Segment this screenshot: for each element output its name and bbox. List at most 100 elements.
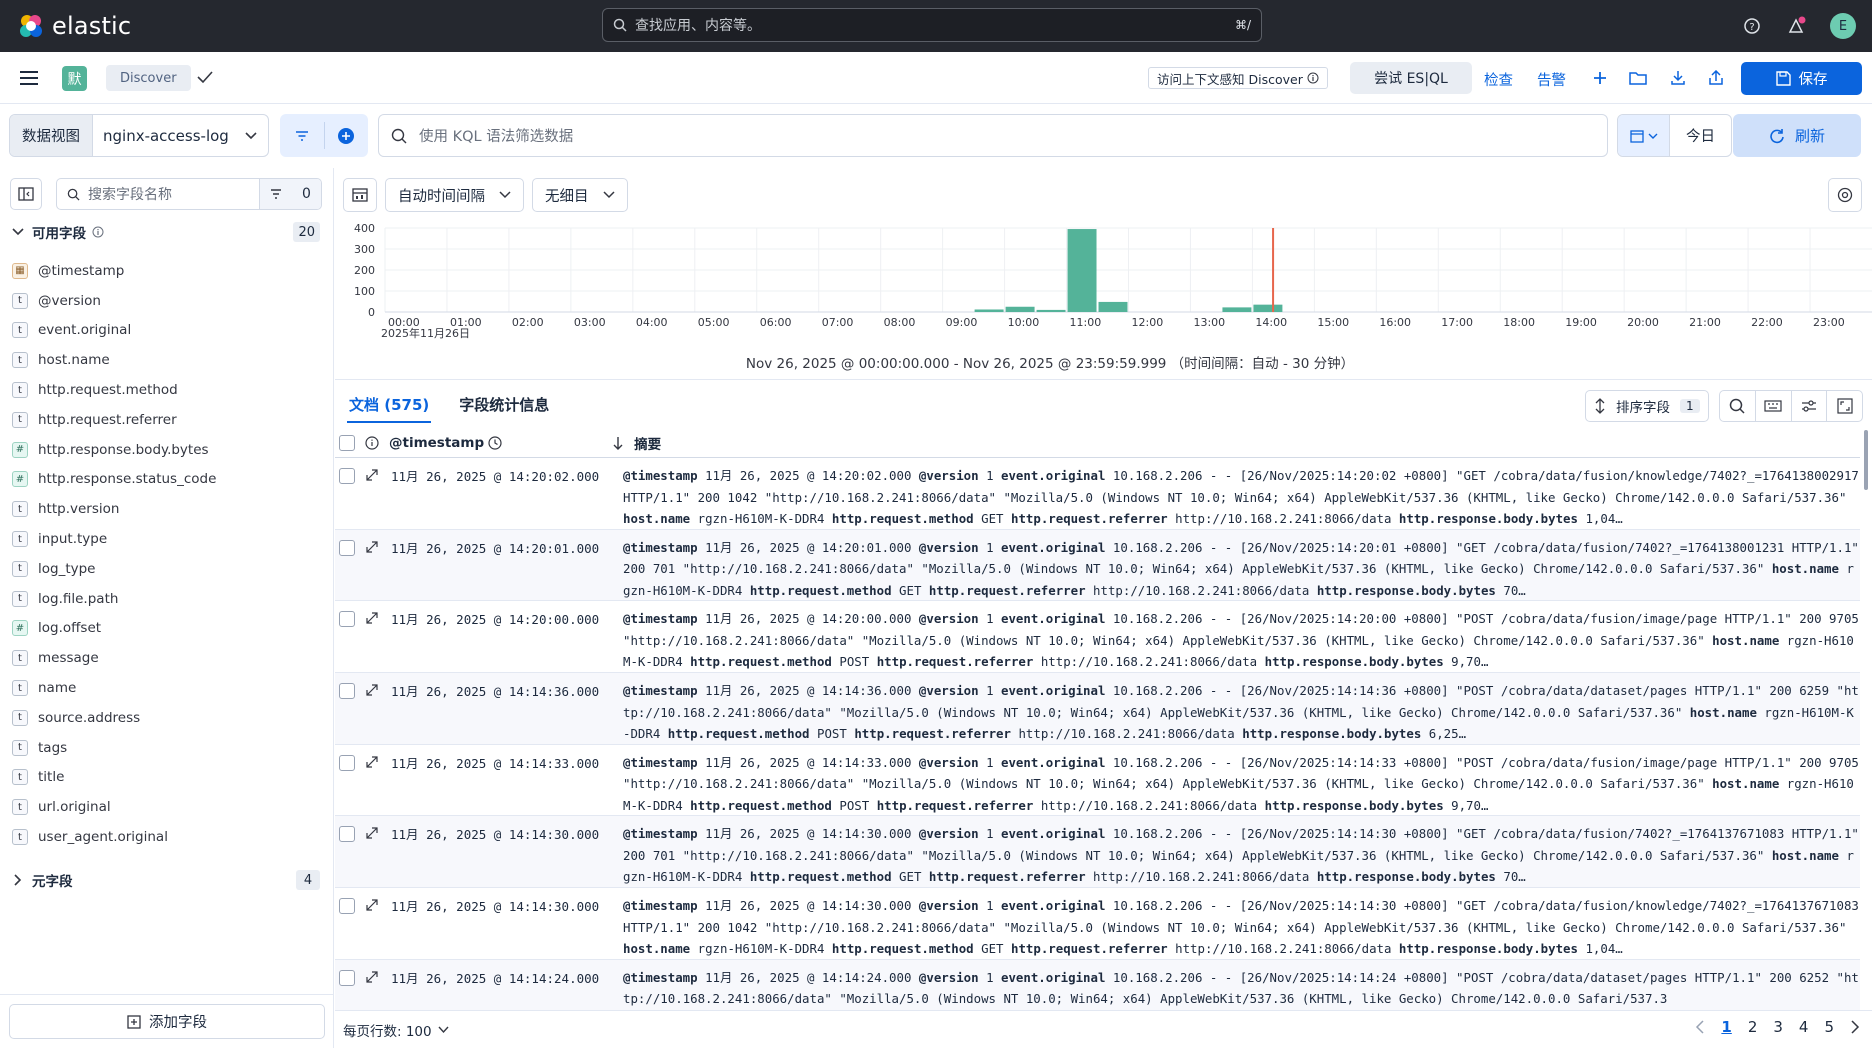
field-item[interactable]: t event.original (12, 316, 322, 346)
field-item[interactable]: t tags (12, 733, 322, 763)
sort-fields-button[interactable]: 排序字段 1 (1585, 390, 1709, 422)
field-item[interactable]: # http.response.body.bytes (12, 435, 322, 465)
table-row[interactable]: 11月 26, 2025 @ 14:14:33.000 @timestamp 11… (335, 745, 1860, 817)
data-view-selector[interactable]: nginx-access-log (93, 115, 268, 156)
page-3-button[interactable]: 3 (1773, 1018, 1783, 1036)
share-icon[interactable] (1706, 68, 1726, 88)
field-item[interactable]: t url.original (12, 792, 322, 822)
date-range-text[interactable]: 今日 (1670, 115, 1731, 156)
row-checkbox[interactable] (339, 826, 355, 843)
field-item[interactable]: # http.response.status_code (12, 465, 322, 495)
field-type-filter[interactable]: 0 (259, 179, 321, 209)
filter-menu-icon[interactable] (280, 114, 324, 157)
histogram-bar[interactable] (1098, 301, 1128, 312)
field-item[interactable]: # log.offset (12, 614, 322, 644)
global-search-input[interactable]: 查找应用、内容等。 ⌘/ (602, 8, 1262, 42)
field-item[interactable]: t http.version (12, 494, 322, 524)
display-settings-icon[interactable] (1792, 391, 1828, 421)
page-4-button[interactable]: 4 (1799, 1018, 1809, 1036)
keyboard-shortcuts-icon[interactable] (1756, 391, 1792, 421)
table-row[interactable]: 11月 26, 2025 @ 14:14:30.000 @timestamp 11… (335, 888, 1860, 960)
histogram-chart[interactable]: 010020030040000:00 01:00 02:00 03:00 04:00 05… (335, 220, 1872, 340)
row-checkbox[interactable] (339, 969, 355, 986)
toggle-chart-icon[interactable] (343, 178, 377, 212)
row-checkbox[interactable] (339, 539, 355, 556)
available-fields-header[interactable]: 可用字段 20 (12, 220, 320, 244)
histogram-bar[interactable] (1253, 304, 1283, 312)
sort-descending-icon[interactable] (612, 436, 624, 450)
alerts-button[interactable]: 告警 (1537, 69, 1566, 90)
chevron-left-icon[interactable] (1695, 1020, 1705, 1034)
page-2-button[interactable]: 2 (1748, 1018, 1758, 1036)
new-search-icon[interactable] (1590, 68, 1610, 88)
histogram-bar[interactable] (1036, 309, 1066, 312)
expand-row-icon[interactable] (365, 611, 379, 625)
row-checkbox[interactable] (339, 611, 355, 628)
page-1-button[interactable]: 1 (1721, 1018, 1731, 1036)
field-item[interactable]: t http.request.referrer (12, 405, 322, 435)
column-header-timestamp[interactable]: @timestamp (389, 435, 484, 451)
expand-row-icon[interactable] (365, 898, 379, 912)
space-selector[interactable]: 默 (62, 66, 87, 91)
chart-settings-icon[interactable] (1828, 178, 1862, 212)
table-row[interactable]: 11月 26, 2025 @ 14:14:24.000 @timestamp 11… (335, 959, 1860, 1010)
table-row[interactable]: 11月 26, 2025 @ 14:20:02.000 @timestamp 11… (335, 458, 1860, 530)
field-item[interactable]: t http.request.method (12, 375, 322, 405)
field-item[interactable]: ▦ @timestamp (12, 256, 322, 286)
chevron-right-icon[interactable] (1850, 1020, 1860, 1034)
add-filter-icon[interactable] (325, 114, 369, 157)
help-icon[interactable]: ? (1740, 14, 1764, 38)
field-item[interactable]: t title (12, 763, 322, 793)
field-item[interactable]: t message (12, 643, 322, 673)
field-item[interactable]: t log.file.path (12, 584, 322, 614)
elastic-logo[interactable]: elastic (18, 12, 131, 40)
select-all-checkbox[interactable] (339, 434, 355, 451)
meta-fields-header[interactable]: 元字段 4 (12, 868, 320, 892)
field-item[interactable]: t log_type (12, 554, 322, 584)
table-row[interactable]: 11月 26, 2025 @ 14:14:30.000 @timestamp 11… (335, 816, 1860, 889)
info-icon[interactable] (365, 435, 379, 450)
quick-date-menu[interactable] (1618, 115, 1670, 156)
page-5-button[interactable]: 5 (1824, 1018, 1834, 1036)
grid-search-icon[interactable] (1720, 391, 1756, 421)
refresh-button[interactable]: 刷新 (1733, 114, 1861, 157)
field-item[interactable]: t @version (12, 286, 322, 316)
histogram-bar[interactable] (974, 309, 1004, 312)
expand-row-icon[interactable] (365, 540, 379, 554)
download-icon[interactable] (1668, 68, 1688, 88)
grid-scrollbar[interactable] (1864, 430, 1868, 490)
tab-field-statistics[interactable]: 字段统计信息 (457, 394, 551, 423)
fullscreen-icon[interactable] (1827, 391, 1862, 421)
open-folder-icon[interactable] (1628, 68, 1648, 88)
column-header-summary[interactable]: 摘要 (634, 433, 661, 453)
collapse-sidebar-icon[interactable] (10, 178, 42, 210)
expand-row-icon[interactable] (365, 970, 379, 984)
context-aware-discover-button[interactable]: 访问上下文感知 Discover (1148, 67, 1328, 89)
table-row[interactable]: 11月 26, 2025 @ 14:14:36.000 @timestamp 11… (335, 673, 1860, 745)
row-checkbox[interactable] (339, 683, 355, 700)
inspect-button[interactable]: 检查 (1484, 69, 1513, 90)
time-interval-dropdown[interactable]: 自动时间间隔 (385, 178, 524, 212)
field-item[interactable]: t name (12, 673, 322, 703)
data-view-picker[interactable]: 数据视图 nginx-access-log (9, 114, 269, 157)
save-button[interactable]: 保存 (1741, 62, 1862, 95)
row-checkbox[interactable] (339, 468, 355, 484)
try-esql-button[interactable]: 尝试 ES|QL (1350, 62, 1472, 94)
tab-documents[interactable]: 文档 (575) (347, 394, 432, 423)
histogram-bar[interactable] (1067, 229, 1097, 312)
table-row[interactable]: 11月 26, 2025 @ 14:20:00.000 @timestamp 11… (335, 601, 1860, 674)
histogram-bar[interactable] (1005, 306, 1035, 312)
add-field-button[interactable]: 添加字段 (9, 1004, 325, 1039)
field-search-input[interactable]: 搜索字段名称 0 (56, 178, 322, 210)
rows-per-page-selector[interactable]: 每页行数: 100 (343, 1020, 449, 1040)
news-feed-icon[interactable] (1784, 14, 1808, 38)
breadcrumb-discover[interactable]: Discover (106, 65, 191, 91)
hamburger-menu-icon[interactable] (20, 69, 40, 91)
breakdown-dropdown[interactable]: 无细目 (532, 178, 628, 212)
field-item[interactable]: t user_agent.original (12, 822, 322, 852)
field-item[interactable]: t source.address (12, 703, 322, 733)
histogram-bar[interactable] (1222, 307, 1252, 312)
row-checkbox[interactable] (339, 754, 355, 771)
table-row[interactable]: 11月 26, 2025 @ 14:20:01.000 @timestamp 11… (335, 529, 1860, 602)
expand-row-icon[interactable] (365, 468, 379, 482)
